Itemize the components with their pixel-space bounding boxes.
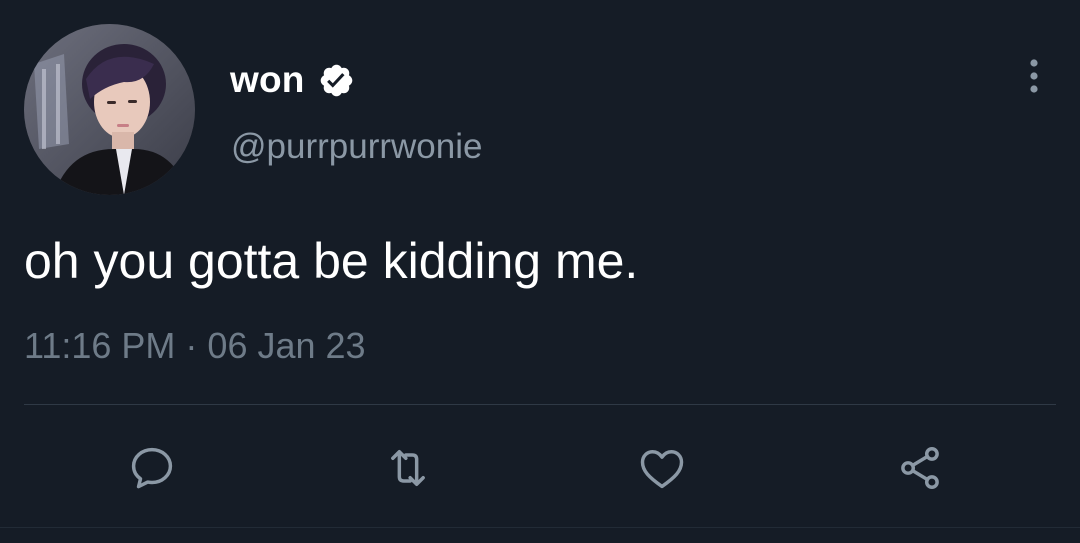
like-button[interactable] bbox=[636, 442, 688, 494]
avatar[interactable] bbox=[24, 24, 195, 195]
bottom-divider bbox=[0, 527, 1080, 528]
share-button[interactable] bbox=[894, 442, 946, 494]
display-name[interactable]: won bbox=[230, 59, 305, 101]
avatar-image bbox=[24, 24, 195, 195]
tweet-date: 06 Jan 23 bbox=[207, 325, 366, 366]
tweet-card: won @purrpurrwonie oh you gotta be kiddi… bbox=[0, 0, 1080, 543]
reply-icon bbox=[131, 447, 173, 489]
retweet-icon bbox=[391, 450, 425, 486]
reply-button[interactable] bbox=[126, 442, 178, 494]
share-icon bbox=[901, 446, 939, 490]
more-options-icon[interactable] bbox=[1018, 57, 1050, 97]
user-handle[interactable]: @purrpurrwonie bbox=[231, 127, 482, 167]
tweet-text: oh you gotta be kidding me. bbox=[24, 233, 639, 289]
tweet-time: 11:16 PM bbox=[24, 325, 176, 366]
meta-separator: · bbox=[185, 325, 198, 366]
retweet-button[interactable] bbox=[382, 442, 434, 494]
display-name-row: won bbox=[230, 55, 355, 105]
tweet-timestamp: 11:16 PM · 06 Jan 23 bbox=[24, 325, 366, 367]
verified-badge-icon bbox=[318, 62, 355, 99]
heart-icon bbox=[640, 450, 684, 489]
divider bbox=[24, 404, 1056, 405]
